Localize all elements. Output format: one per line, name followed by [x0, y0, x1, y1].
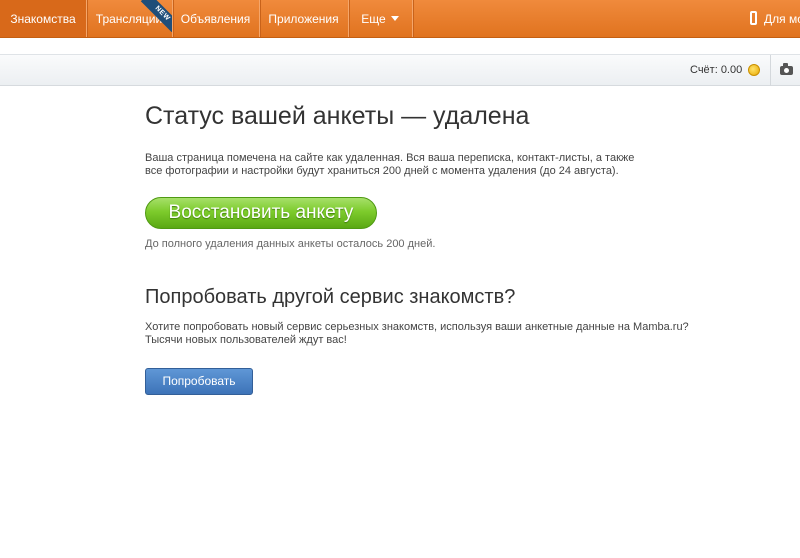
camera-icon[interactable]: [780, 63, 793, 75]
nav-item-apps[interactable]: Приложения: [259, 0, 349, 37]
account-bar: Счёт: 0.00: [0, 54, 800, 86]
days-left-text: До полного удаления данных анкеты остало…: [145, 238, 436, 250]
top-navigation: Знакомства Трансляции NEW Объявления При…: [0, 0, 800, 38]
nav-item-label: Еще: [361, 12, 386, 26]
alt-service-title: Попробовать другой сервис знакомств?: [145, 286, 516, 308]
coin-icon: [748, 64, 760, 76]
nav-item-label: Знакомства: [10, 12, 76, 26]
restore-profile-button[interactable]: Восстановить анкету: [145, 197, 377, 229]
try-button[interactable]: Попробовать: [145, 368, 253, 395]
divider: [770, 55, 771, 86]
nav-item-label: Приложения: [268, 12, 339, 26]
new-badge: NEW: [140, 0, 172, 32]
mobile-phone-icon[interactable]: [750, 11, 757, 25]
nav-item-label: Объявления: [180, 12, 251, 26]
page-title: Статус вашей анкеты — удалена: [145, 102, 530, 130]
nav-item-more[interactable]: Еще: [348, 0, 413, 37]
mobile-link[interactable]: Для мо: [764, 0, 800, 38]
alt-service-description: Хотите попробовать новый сервис серьезны…: [145, 321, 689, 346]
balance-text[interactable]: Счёт: 0.00: [690, 55, 742, 86]
chevron-down-icon: [390, 16, 399, 21]
status-description: Ваша страница помечена на сайте как удал…: [145, 152, 635, 177]
nav-item-dating[interactable]: Знакомства: [0, 0, 87, 37]
nav-item-ads[interactable]: Объявления: [172, 0, 260, 37]
